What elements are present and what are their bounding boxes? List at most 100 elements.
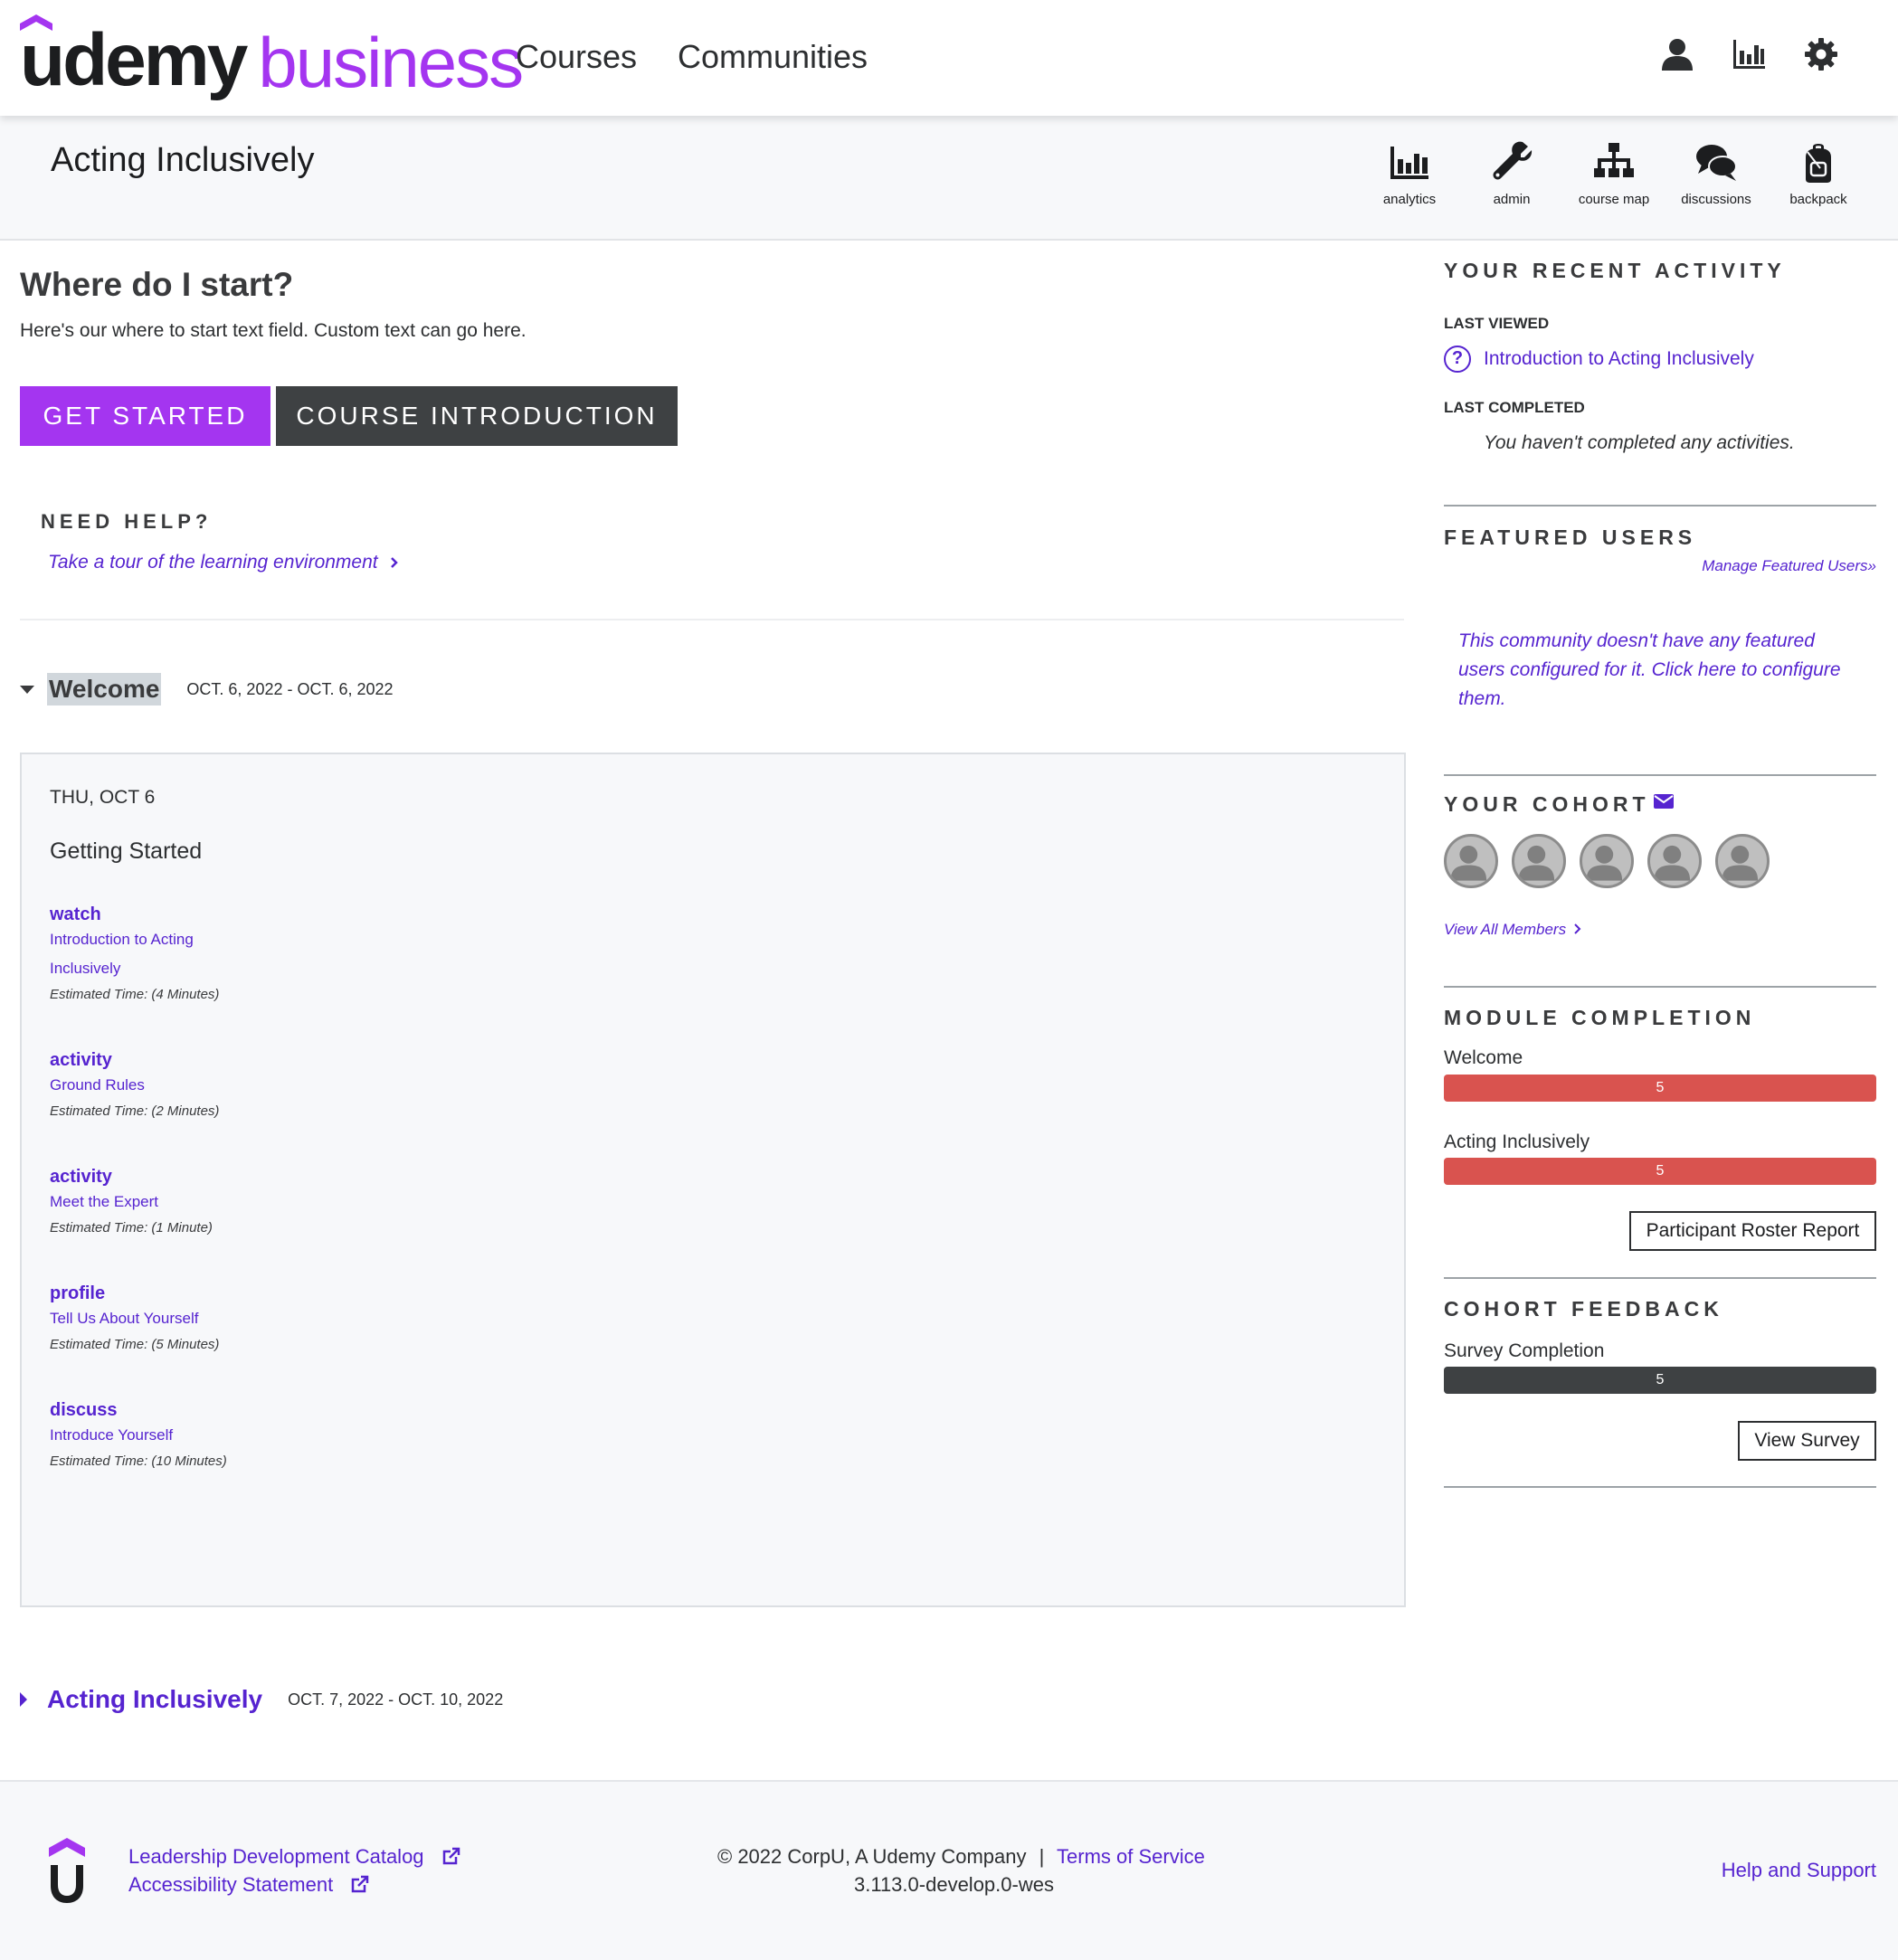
wrench-icon — [1493, 141, 1533, 180]
avatar[interactable] — [1512, 834, 1566, 888]
udemy-u-logo-icon — [49, 1838, 85, 1903]
copyright-separator: | — [1039, 1845, 1045, 1868]
avatar[interactable] — [1647, 834, 1702, 888]
module-completion-heading: MODULE COMPLETION — [1444, 1006, 1756, 1029]
backpack-icon — [1806, 144, 1831, 183]
leadership-catalog-label: Leadership Development Catalog — [128, 1845, 424, 1868]
logo-udemy-text: udemy — [20, 19, 248, 101]
analytics-tool[interactable]: analytics — [1360, 141, 1459, 207]
group-title: Getting Started — [50, 838, 203, 864]
section-welcome-dates: OCT. 6, 2022 - OCT. 6, 2022 — [186, 679, 394, 698]
course-map-tool-label: course map — [1578, 192, 1650, 207]
get-started-button[interactable]: GET STARTED — [20, 386, 270, 446]
view-all-members-label: View All Members — [1444, 921, 1567, 938]
user-silhouette-icon — [1586, 845, 1623, 881]
nav-communities[interactable]: Communities — [678, 38, 868, 76]
analytics-icon[interactable] — [1731, 36, 1767, 72]
activity-link[interactable]: Tell Us About Yourself — [50, 1304, 222, 1333]
caret-down-icon[interactable] — [20, 685, 34, 694]
backpack-tool-label: backpack — [1789, 192, 1847, 207]
divider — [1444, 774, 1876, 776]
course-introduction-button[interactable]: COURSE INTRODUCTION — [276, 386, 678, 446]
activity-link[interactable]: Meet the Expert — [50, 1188, 222, 1217]
discussions-tool[interactable]: discussions — [1666, 141, 1766, 207]
nav-courses[interactable]: Courses — [516, 38, 637, 76]
cohort-header: YOUR COHORT — [1444, 792, 1674, 817]
your-cohort-heading: YOUR COHORT — [1444, 792, 1650, 816]
cohort-feedback-heading: COHORT FEEDBACK — [1444, 1297, 1723, 1321]
section-acting-header[interactable]: Acting Inclusively OCT. 7, 2022 - OCT. 1… — [20, 1685, 503, 1714]
copyright-text: © 2022 CorpU, A Udemy Company — [717, 1845, 1027, 1868]
activity-type[interactable]: discuss — [50, 1400, 321, 1421]
backpack-tool[interactable]: backpack — [1769, 141, 1868, 207]
udemy-business-logo[interactable]: udemy business — [20, 14, 524, 101]
last-viewed-link[interactable]: Introduction to Acting Inclusively — [1484, 348, 1754, 370]
caret-right-icon[interactable] — [20, 1692, 27, 1707]
accessibility-statement-label: Accessibility Statement — [128, 1873, 334, 1896]
user-silhouette-icon — [1518, 845, 1555, 881]
course-header: Acting Inclusively analytics admin cours… — [0, 116, 1898, 241]
divider — [1444, 1486, 1876, 1488]
activity-type[interactable]: activity — [50, 1050, 321, 1071]
course-title: Acting Inclusively — [51, 141, 315, 179]
footer: Leadership Development Catalog Accessibi… — [0, 1780, 1898, 1960]
udemy-hat-icon — [20, 14, 52, 31]
leadership-catalog-link[interactable]: Leadership Development Catalog — [128, 1845, 460, 1869]
admin-tool-label: admin — [1493, 192, 1531, 207]
list-item: discuss Introduce Yourself Estimated Tim… — [50, 1400, 321, 1469]
envelope-icon[interactable] — [1653, 793, 1674, 809]
sitemap-icon — [1594, 143, 1634, 177]
estimated-time: Estimated Time: (10 Minutes) — [50, 1453, 227, 1469]
activity-link[interactable]: Introduce Yourself — [50, 1421, 222, 1450]
welcome-week-box: THU, OCT 6 Getting Started watch Introdu… — [20, 753, 1406, 1607]
last-viewed-label: LAST VIEWED — [1444, 315, 1550, 332]
help-and-support-link[interactable]: Help and Support — [1722, 1859, 1876, 1882]
estimated-time: Estimated Time: (2 Minutes) — [50, 1103, 220, 1119]
user-silhouette-icon — [1450, 845, 1487, 881]
activity-link[interactable]: Ground Rules — [50, 1071, 222, 1100]
copyright-line: © 2022 CorpU, A Udemy Company | Terms of… — [717, 1845, 1205, 1869]
admin-tool[interactable]: admin — [1462, 141, 1561, 207]
featured-users-heading: FEATURED USERS — [1444, 526, 1697, 549]
divider — [20, 619, 1404, 620]
activity-type[interactable]: profile — [50, 1283, 321, 1304]
configure-featured-users-link[interactable]: This community doesn't have any featured… — [1458, 627, 1847, 714]
comments-icon — [1696, 145, 1737, 181]
user-silhouette-icon — [1654, 845, 1691, 881]
section-welcome-header[interactable]: Welcome OCT. 6, 2022 - OCT. 6, 2022 — [20, 673, 394, 705]
participant-roster-report-button[interactable]: Participant Roster Report — [1629, 1211, 1876, 1251]
chevron-right-icon — [391, 557, 399, 568]
avatar[interactable] — [1715, 834, 1770, 888]
section-acting-title[interactable]: Acting Inclusively — [47, 1685, 262, 1714]
list-item: watch Introduction to Acting Inclusively… — [50, 904, 321, 1002]
list-item: activity Ground Rules Estimated Time: (2… — [50, 1050, 321, 1119]
section-acting-dates: OCT. 7, 2022 - OCT. 10, 2022 — [288, 1690, 504, 1709]
avatar[interactable] — [1580, 834, 1634, 888]
avatar[interactable] — [1444, 834, 1498, 888]
estimated-time: Estimated Time: (5 Minutes) — [50, 1337, 220, 1352]
accessibility-statement-link[interactable]: Accessibility Statement — [128, 1873, 369, 1897]
module-label: Welcome — [1444, 1047, 1523, 1068]
view-all-members-link[interactable]: View All Members — [1444, 921, 1581, 939]
activity-type[interactable]: activity — [50, 1167, 321, 1188]
last-completed-text: You haven't completed any activities. — [1484, 432, 1795, 453]
estimated-time: Estimated Time: (1 Minute) — [50, 1220, 213, 1236]
last-completed-label: LAST COMPLETED — [1444, 399, 1585, 416]
analytics-tool-label: analytics — [1382, 192, 1437, 207]
view-survey-button[interactable]: View Survey — [1738, 1421, 1876, 1461]
terms-of-service-link[interactable]: Terms of Service — [1057, 1845, 1205, 1868]
module-progress-bar: 5 — [1444, 1075, 1876, 1102]
user-icon[interactable] — [1659, 36, 1695, 72]
activity-link[interactable]: Introduction to Acting Inclusively — [50, 925, 222, 983]
day-label: THU, OCT 6 — [50, 787, 156, 808]
section-welcome-title[interactable]: Welcome — [47, 673, 162, 705]
question-circle-icon: ? — [1444, 346, 1471, 373]
manage-featured-users-link[interactable]: Manage Featured Users» — [1702, 557, 1876, 575]
gear-icon[interactable] — [1803, 36, 1839, 72]
activity-type[interactable]: watch — [50, 904, 321, 925]
course-map-tool[interactable]: course map — [1564, 141, 1664, 207]
top-navigation-bar: udemy business Courses Communities — [0, 0, 1898, 116]
tour-link[interactable]: Take a tour of the learning environment — [48, 552, 399, 573]
estimated-time: Estimated Time: (4 Minutes) — [50, 987, 220, 1002]
version-text: 3.113.0-develop.0-wes — [854, 1873, 1054, 1896]
